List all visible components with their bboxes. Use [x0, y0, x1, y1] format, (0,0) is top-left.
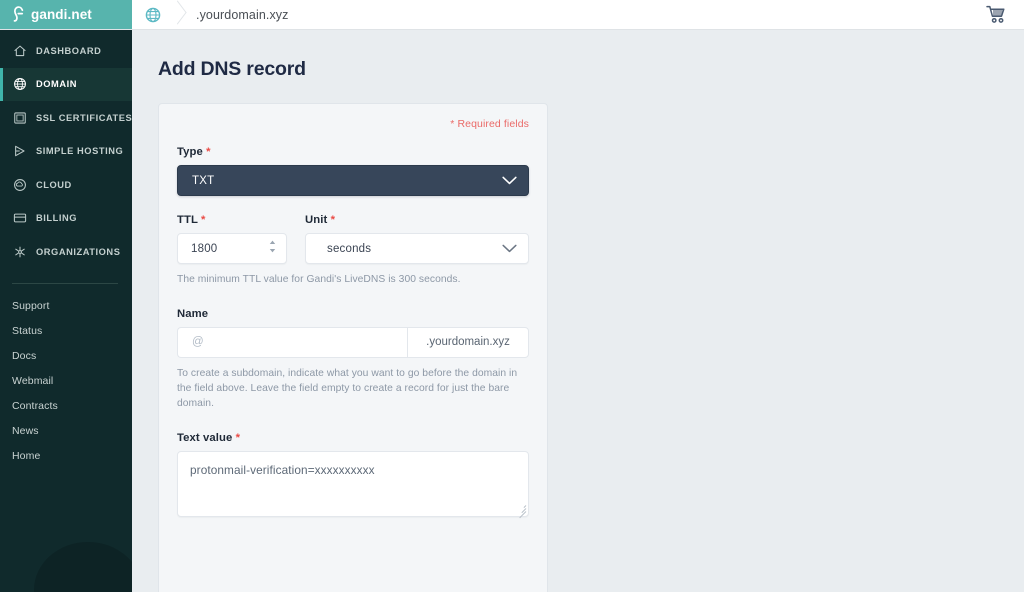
ttl-helper-text: The minimum TTL value for Gandi's LiveDN…	[177, 274, 461, 285]
ttl-unit-row: TTL * 1800 Unit * seconds	[177, 214, 529, 264]
text-value-field-label: Text value *	[177, 432, 529, 444]
globe-icon[interactable]	[138, 7, 168, 23]
sidebar-link-label: Status	[12, 325, 43, 337]
sidebar-link-label: Contracts	[12, 400, 58, 412]
home-icon	[12, 43, 27, 58]
page-title: Add DNS record	[158, 58, 306, 80]
text-value-label-text: Text value	[177, 431, 233, 444]
text-value-content: protonmail-verification=xxxxxxxxxx	[190, 462, 375, 477]
sidebar-link-news[interactable]: News	[0, 419, 132, 444]
chevron-down-icon	[502, 172, 517, 190]
required-star-icon: *	[232, 431, 241, 444]
sidebar-link-contracts[interactable]: Contracts	[0, 394, 132, 419]
sidebar-item-label: DOMAIN	[36, 79, 78, 90]
credit-card-icon	[12, 211, 27, 226]
ttl-input-value: 1800	[191, 242, 218, 255]
sidebar-link-label: Support	[12, 300, 50, 312]
name-domain-suffix: .yourdomain.xyz	[407, 326, 529, 358]
organizations-icon	[12, 244, 27, 259]
add-dns-record-form-card: * Required fields Type * TXT TTL * 1800 …	[158, 103, 548, 592]
sidebar-item-ssl-certificates[interactable]: SSL CERTIFICATES	[0, 101, 132, 135]
sidebar-item-label: CLOUD	[36, 179, 72, 190]
top-bar: gandi.net .yourdomain.xyz	[0, 0, 1024, 30]
name-input-placeholder: @	[192, 336, 204, 349]
play-icon	[12, 144, 27, 159]
sidebar-item-label: SSL CERTIFICATES	[36, 112, 132, 123]
unit-field-group: Unit * seconds	[305, 214, 529, 264]
globe-icon	[12, 77, 27, 92]
brand-logo[interactable]: gandi.net	[0, 0, 132, 29]
name-input[interactable]: @	[177, 326, 407, 358]
name-label-text: Name	[177, 307, 209, 320]
number-spinner-icon[interactable]	[268, 239, 277, 259]
sidebar-item-label: SIMPLE HOSTING	[36, 146, 124, 157]
sidebar-item-label: DASHBOARD	[36, 45, 102, 56]
unit-label-text: Unit	[305, 214, 328, 226]
sidebar-link-home[interactable]: Home	[0, 444, 132, 469]
name-helper-text: To create a subdomain, indicate what you…	[177, 367, 518, 409]
brand-logo-text: gandi.net	[31, 6, 92, 22]
required-fields-note: * Required fields	[450, 118, 529, 130]
breadcrumb-domain-label[interactable]: .yourdomain.xyz	[196, 8, 289, 22]
sidebar-item-label: BILLING	[36, 213, 78, 224]
sidebar-item-label: ORGANIZATIONS	[36, 246, 121, 257]
name-domain-suffix-text: .yourdomain.xyz	[426, 336, 510, 349]
required-star-icon: *	[202, 146, 211, 158]
certificate-icon	[12, 110, 27, 125]
sidebar-link-label: Home	[12, 450, 41, 462]
breadcrumb: .yourdomain.xyz	[132, 0, 1024, 29]
sidebar-link-docs[interactable]: Docs	[0, 344, 132, 369]
cloud-circle-icon	[12, 177, 27, 192]
sidebar-item-dashboard[interactable]: DASHBOARD	[0, 34, 132, 68]
required-star-icon: *	[327, 214, 336, 226]
resize-grip-icon[interactable]	[515, 503, 527, 518]
ttl-label-text: TTL	[177, 214, 198, 226]
app-root: gandi.net .yourdomain.xyz DASHBOARD DOMA…	[0, 0, 1024, 592]
sidebar-link-label: Docs	[12, 350, 37, 362]
main-content: Add DNS record * Required fields Type * …	[132, 30, 1024, 592]
sidebar-link-label: News	[12, 425, 39, 437]
sidebar-item-organizations[interactable]: ORGANIZATIONS	[0, 235, 132, 269]
breadcrumb-separator-icon	[168, 0, 184, 30]
ttl-field-label: TTL *	[177, 214, 287, 226]
unit-select[interactable]: seconds	[305, 233, 529, 264]
sidebar-link-support[interactable]: Support	[0, 294, 132, 319]
type-label-text: Type	[177, 146, 203, 158]
type-select-value: TXT	[192, 174, 215, 187]
sidebar-item-domain[interactable]: DOMAIN	[0, 67, 132, 101]
sidebar: DASHBOARD DOMAIN SSL CERTIFICATES SIMPLE…	[0, 30, 132, 592]
required-star-icon: *	[197, 214, 206, 226]
sidebar-item-billing[interactable]: BILLING	[0, 202, 132, 236]
body-row: DASHBOARD DOMAIN SSL CERTIFICATES SIMPLE…	[0, 30, 1024, 592]
unit-field-label: Unit *	[305, 214, 529, 226]
gandi-logo-mark	[12, 6, 25, 23]
sidebar-item-cloud[interactable]: CLOUD	[0, 168, 132, 202]
unit-select-value: seconds	[327, 242, 372, 255]
name-field-label: Name	[177, 308, 529, 320]
ttl-field-group: TTL * 1800	[177, 214, 287, 264]
ttl-input[interactable]: 1800	[177, 233, 287, 264]
sidebar-link-status[interactable]: Status	[0, 319, 132, 344]
sidebar-link-label: Webmail	[12, 375, 54, 387]
shopping-cart-icon[interactable]	[972, 5, 1020, 24]
sidebar-item-simple-hosting[interactable]: SIMPLE HOSTING	[0, 135, 132, 169]
sidebar-divider	[12, 282, 118, 284]
type-field-label: Type *	[177, 146, 529, 158]
sidebar-link-webmail[interactable]: Webmail	[0, 369, 132, 394]
name-input-group: @ .yourdomain.xyz	[177, 326, 529, 358]
chevron-down-icon	[502, 240, 517, 258]
type-select[interactable]: TXT	[177, 165, 529, 196]
text-value-textarea[interactable]: protonmail-verification=xxxxxxxxxx	[177, 450, 529, 518]
